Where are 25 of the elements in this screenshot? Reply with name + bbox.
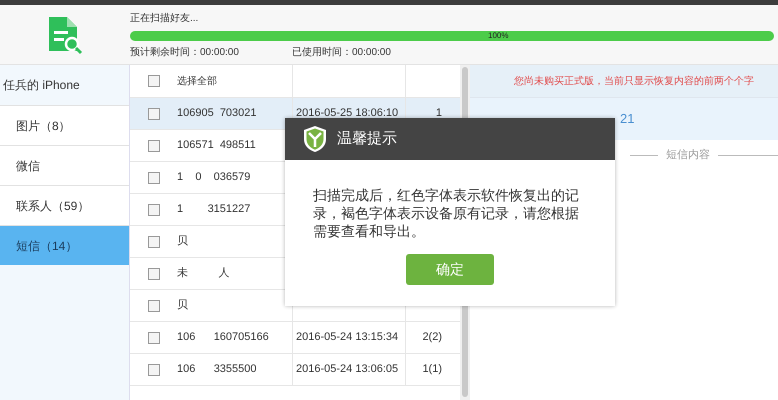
time-cell-text: 2016-05-24 13:15:34 (296, 330, 398, 346)
sender-cell-text: 贝 (177, 234, 189, 250)
sender-cell-text: 1 3151227 (177, 202, 252, 218)
sender-cell-text: 106 3355500 (177, 362, 258, 378)
count-cell-text: 1(1) (422, 362, 442, 378)
select-all-label: 选择全部 (177, 74, 218, 88)
remaining-time: 预计剩余时间：00:00:00 (130, 46, 240, 60)
elapsed-time: 已使用时间：00:00:00 (292, 46, 391, 60)
time-cell-text: 2016-05-24 13:06:05 (296, 362, 398, 378)
sender-cell-text: 106 160705166 (177, 330, 270, 346)
count-cell-text: 1 (436, 106, 442, 122)
count-cell-text: 2(2) (422, 330, 442, 346)
device-name: 任兵的 iPhone (2, 77, 81, 94)
sender-value: 21 (620, 110, 634, 128)
time-cell-text: 2016-05-25 18:06:10 (296, 106, 398, 122)
sender-cell-text: 106571 498511 (177, 138, 257, 154)
sender-cell-text: 贝 (177, 298, 189, 314)
section-title: 短信内容 (665, 148, 711, 163)
trial-notice: 您尚未购买正式版，当前只显示恢复内容的前两个个字 (514, 74, 754, 88)
status-text: 正在扫描好友... (130, 12, 200, 26)
dialog-title: 温馨提示 (337, 128, 397, 149)
progress-label: 100% (488, 31, 508, 41)
sender-cell-text: 106905 703021 (177, 106, 258, 122)
sender-cell-text: 1 0 036579 (177, 170, 252, 186)
sender-cell-text: 未 人 (177, 266, 231, 282)
